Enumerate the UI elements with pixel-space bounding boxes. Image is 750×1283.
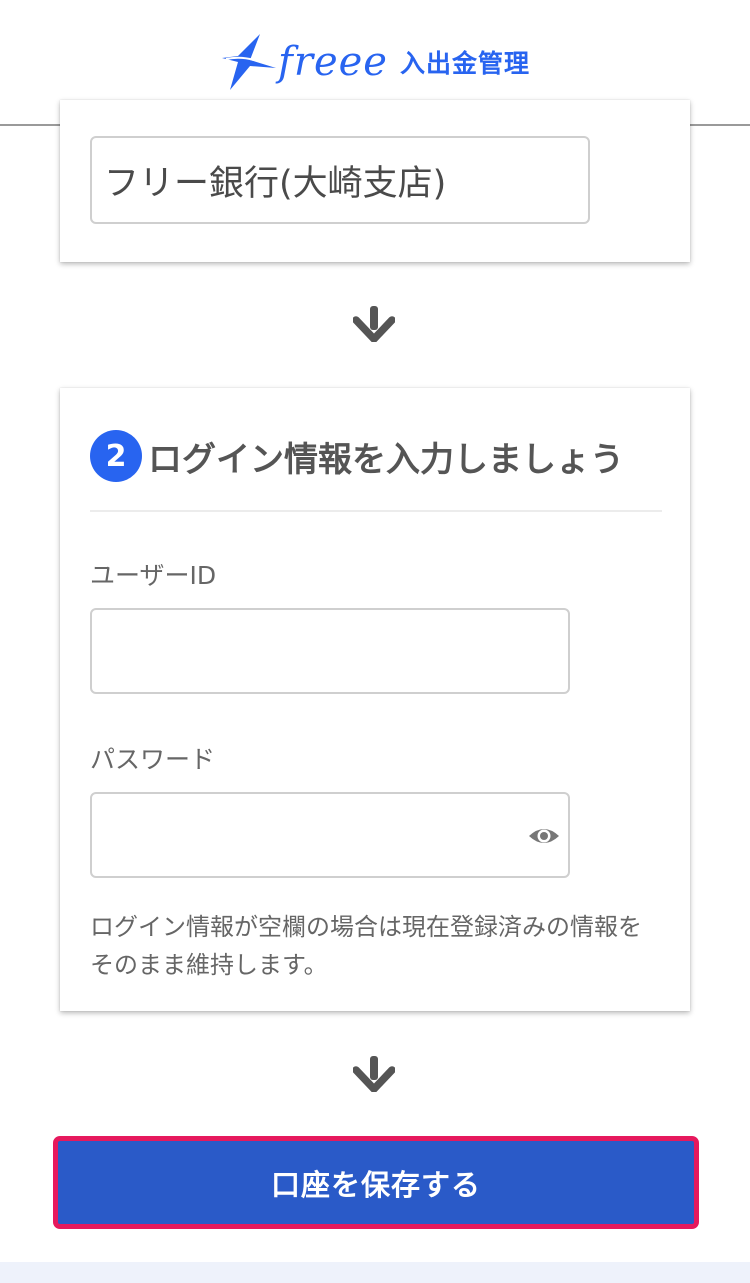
password-input[interactable] xyxy=(90,792,570,878)
step-title: ログイン情報を入力しましょう xyxy=(148,439,624,480)
password-label: パスワード xyxy=(90,745,216,774)
section-divider xyxy=(90,510,662,512)
user-id-input[interactable] xyxy=(90,608,570,694)
save-account-button[interactable]: 口座を保存する xyxy=(53,1136,699,1229)
arrow-down-icon xyxy=(353,1056,395,1092)
footer-background xyxy=(0,1262,750,1283)
arrow-down-icon xyxy=(353,306,395,342)
eye-icon[interactable] xyxy=(528,824,560,848)
login-info-card: 2 ログイン情報を入力しましょう ユーザーID パスワード ログイン情報が空欄の… xyxy=(60,388,690,1011)
step-number-badge: 2 xyxy=(90,430,142,482)
product-name: 入出金管理 xyxy=(399,49,530,78)
freee-logo[interactable]: freee 入出金管理 xyxy=(220,32,530,92)
logo-wordmark: freee xyxy=(278,39,388,85)
user-id-label: ユーザーID xyxy=(90,561,217,590)
bird-logo-icon xyxy=(222,34,277,90)
bank-name-field[interactable]: フリー銀行(大崎支店) xyxy=(90,136,590,224)
login-info-note: ログイン情報が空欄の場合は現在登録済みの情報をそのまま維持します。 xyxy=(90,913,642,979)
step-heading: 2 ログイン情報を入力しましょう xyxy=(90,430,624,482)
account-card: フリー銀行(大崎支店) xyxy=(60,100,690,262)
